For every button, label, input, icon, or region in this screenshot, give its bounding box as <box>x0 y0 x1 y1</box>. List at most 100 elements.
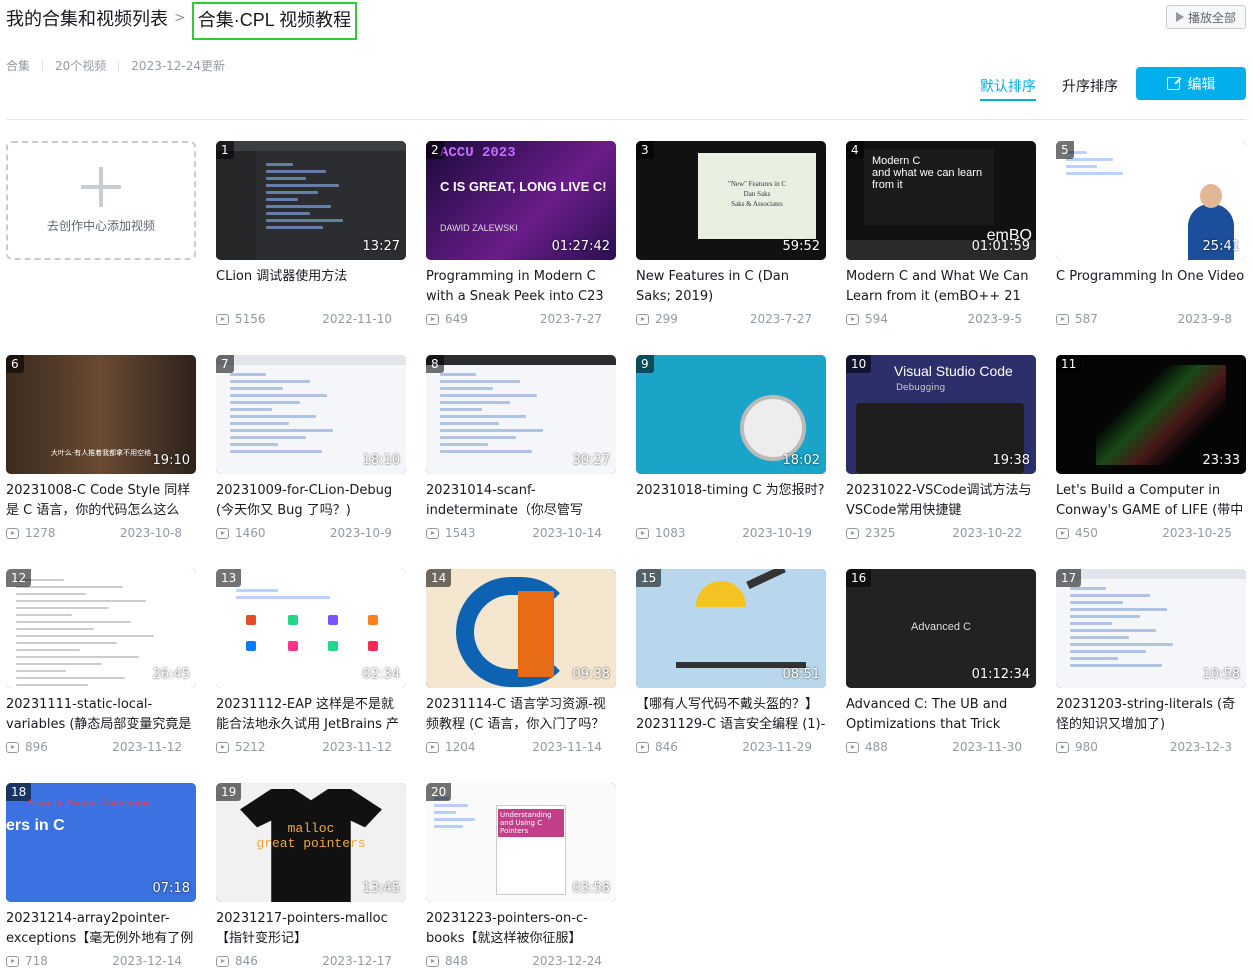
tab-ascending-sort[interactable]: 升序排序 <box>1062 76 1118 101</box>
play-all-label: 播放全部 <box>1187 10 1236 25</box>
edit-button[interactable]: 编辑 <box>1136 67 1246 100</box>
video-card[interactable]: "New" Features in C Dan Saks Saks & Asso… <box>636 141 826 355</box>
video-thumbnail[interactable]: Understanding and Using C Pointers 20 03:5… <box>426 783 616 902</box>
video-date: 2023-10-9 <box>329 526 392 540</box>
video-title[interactable]: 20231018-timing C 为您报时? <box>636 481 826 521</box>
video-duration: 59:52 <box>782 239 820 254</box>
video-title[interactable]: 20231114-C 语言学习资源-视频教程 (C 语言，你入门了吗？如入！视 <box>426 695 616 735</box>
video-title[interactable]: Let's Build a Computer in Conway's GAME … <box>1056 481 1246 521</box>
breadcrumb-parent-link[interactable]: 我的合集和视频列表 <box>6 5 168 31</box>
video-duration: 18:02 <box>782 453 820 468</box>
video-thumbnail[interactable]: 11 23:33 <box>1056 355 1246 474</box>
video-thumbnail[interactable]: 9 18:02 <box>636 355 826 474</box>
video-card[interactable]: Understanding and Using C Pointers 20 03:5… <box>426 783 616 968</box>
video-title[interactable]: 20231014-scanf-indeterminate（你尽管写 bug，Ch… <box>426 481 616 521</box>
play-all-button[interactable]: 播放全部 <box>1166 5 1246 29</box>
video-thumbnail[interactable]: ACCU 2023 C IS GREAT, LONG LIVE C! DAWID Z… <box>426 141 616 260</box>
video-date: 2023-10-25 <box>1162 526 1232 540</box>
video-card[interactable]: Advanced C 16 01:12:34 Advanced C: The UB a… <box>846 569 1036 783</box>
video-views: 594 <box>865 312 888 326</box>
divider <box>6 119 1246 120</box>
video-card[interactable]: 7 18:10 20231009-for-CLion-Debug (今天你又 Bug… <box>216 355 406 569</box>
video-title[interactable]: 【哪有人写代码不戴头盔的？】20231129-C 语言安全编程 (1)-资 <box>636 695 826 735</box>
video-thumbnail[interactable]: 5 25:41 <box>1056 141 1246 260</box>
video-title[interactable]: Advanced C: The UB and Optimizations tha… <box>846 695 1036 735</box>
meta-divider <box>118 59 120 72</box>
video-card[interactable]: Array to Pointer Conversion ers in C 18 07:… <box>6 783 196 968</box>
sort-tabs: 默认排序 升序排序 <box>980 76 1118 101</box>
video-thumbnail[interactable]: 8 30:27 <box>426 355 616 474</box>
video-thumbnail[interactable]: 1 13:27 <box>216 141 406 260</box>
video-card[interactable]: 15 08:51 【哪有人写代码不戴头盔的？】20231129-C 语言安全编程 (… <box>636 569 826 783</box>
video-card[interactable]: 17 10:58 20231203-string-literals (奇怪的知识又增… <box>1056 569 1246 783</box>
thumb-headline: Visual Studio Code <box>894 363 1013 379</box>
play-count-icon <box>846 527 859 539</box>
thumb-subtitle: DAWID ZALEWSKI <box>440 223 518 233</box>
edit-icon <box>1166 77 1180 90</box>
video-card[interactable]: 13 02:34 20231112-EAP 这样是不是就能合法地永久试用 JetBr… <box>216 569 406 783</box>
video-duration: 01:12:34 <box>971 667 1030 682</box>
video-title[interactable]: 20231217-pointers-malloc【指针变形记】 <box>216 909 406 949</box>
video-title[interactable]: 20231009-for-CLion-Debug (今天你又 Bug 了吗？) <box>216 481 406 521</box>
video-title[interactable]: 20231008-C Code Style 同样是 C 语言，你的代码怎么这么丑… <box>6 481 196 521</box>
video-title[interactable]: New Features in C (Dan Saks; 2019) <box>636 267 826 307</box>
video-duration: 19:38 <box>992 453 1030 468</box>
video-views: 488 <box>865 740 888 754</box>
video-thumbnail[interactable]: "New" Features in C Dan Saks Saks & Asso… <box>636 141 826 260</box>
video-views: 1204 <box>445 740 476 754</box>
video-index-badge: 14 <box>426 569 452 587</box>
video-title[interactable]: CLion 调试器使用方法 <box>216 267 406 307</box>
video-title[interactable]: Programming in Modern C with a Sneak Pee… <box>426 267 616 307</box>
video-duration: 13:45 <box>362 881 400 896</box>
collection-meta: 合集 20个视频 2023-12-24更新 <box>6 57 225 74</box>
video-thumbnail[interactable]: 7 18:10 <box>216 355 406 474</box>
video-title[interactable]: 20231111-static-local-variables (静态局部变量究… <box>6 695 196 735</box>
play-count-icon <box>6 741 19 753</box>
video-thumbnail[interactable]: 12 26:45 <box>6 569 196 688</box>
video-index-badge: 3 <box>636 141 654 159</box>
video-card[interactable]: 11 23:33 Let's Build a Computer in Conway'… <box>1056 355 1246 569</box>
video-title[interactable]: C Programming In One Video <box>1056 267 1246 307</box>
play-count-icon <box>426 527 439 539</box>
video-stats: 1543 2023-10-14 <box>426 525 616 541</box>
video-thumbnail[interactable]: Modern C and what we can learn from it em… <box>846 141 1036 260</box>
video-title[interactable]: 20231022-VSCode调试方法与 VSCode常用快捷键 <box>846 481 1036 521</box>
tab-default-sort[interactable]: 默认排序 <box>980 76 1036 101</box>
meta-updated: 2023-12-24更新 <box>131 59 226 73</box>
video-views: 846 <box>655 740 678 754</box>
video-card[interactable]: malloc great pointers 19 13:45 20231217-poi… <box>216 783 406 968</box>
video-card[interactable]: ACCU 2023 C IS GREAT, LONG LIVE C! DAWID Z… <box>426 141 616 355</box>
video-card[interactable]: 5 25:41 C Programming In One Video 587 2023-… <box>1056 141 1246 355</box>
video-card[interactable]: 8 30:27 20231014-scanf-indeterminate（你尽管写 … <box>426 355 616 569</box>
video-thumbnail[interactable]: 14 09:38 <box>426 569 616 688</box>
video-title[interactable]: 20231214-array2pointer-exceptions【毫无例外地有… <box>6 909 196 949</box>
video-date: 2023-9-8 <box>1177 312 1232 326</box>
video-thumbnail[interactable]: Visual Studio Code Debugging 10 19:38 <box>846 355 1036 474</box>
video-title[interactable]: 20231112-EAP 这样是不是就能合法地永久试用 JetBrains 产品… <box>216 695 406 735</box>
video-thumbnail[interactable]: Advanced C 16 01:12:34 <box>846 569 1036 688</box>
video-index-badge: 7 <box>216 355 234 373</box>
video-thumbnail[interactable]: 17 10:58 <box>1056 569 1246 688</box>
video-title[interactable]: 20231223-pointers-on-c-books【就这样被你征服】 <box>426 909 616 949</box>
video-card[interactable]: Modern C and what we can learn from it em… <box>846 141 1036 355</box>
video-title[interactable]: Modern C and What We Can Learn from it (… <box>846 267 1036 307</box>
add-video-card[interactable]: 去创作中心添加视频 <box>6 141 196 260</box>
video-thumbnail[interactable]: 大叶么·有人推着我都拿不用空格 6 19:10 <box>6 355 196 474</box>
video-card[interactable]: 14 09:38 20231114-C 语言学习资源-视频教程 (C 语言，你入门了… <box>426 569 616 783</box>
video-thumbnail[interactable]: 15 08:51 <box>636 569 826 688</box>
video-index-badge: 5 <box>1056 141 1074 159</box>
video-title[interactable]: 20231203-string-literals (奇怪的知识又增加了) <box>1056 695 1246 735</box>
video-thumbnail[interactable]: malloc great pointers 19 13:45 <box>216 783 406 902</box>
video-card[interactable]: 1 13:27 CLion 调试器使用方法 5156 2022-11-10 <box>216 141 406 355</box>
video-card[interactable]: Visual Studio Code Debugging 10 19:38 202310… <box>846 355 1036 569</box>
video-thumbnail[interactable]: 13 02:34 <box>216 569 406 688</box>
video-thumbnail[interactable]: Array to Pointer Conversion ers in C 18 07:… <box>6 783 196 902</box>
thumb-slide: "New" Features in C Dan Saks Saks & Asso… <box>698 153 816 239</box>
thumb-book-title: Understanding and Using C Pointers <box>498 809 564 837</box>
video-date: 2023-11-14 <box>532 740 602 754</box>
video-date: 2023-11-29 <box>742 740 812 754</box>
video-index-badge: 19 <box>216 783 242 801</box>
video-card[interactable]: 9 18:02 20231018-timing C 为您报时? 1083 2023-10… <box>636 355 826 569</box>
video-card[interactable]: 12 26:45 20231111-static-local-variables (… <box>6 569 196 783</box>
video-card[interactable]: 大叶么·有人推着我都拿不用空格 6 19:10 20231008-C Code Sty… <box>6 355 196 569</box>
